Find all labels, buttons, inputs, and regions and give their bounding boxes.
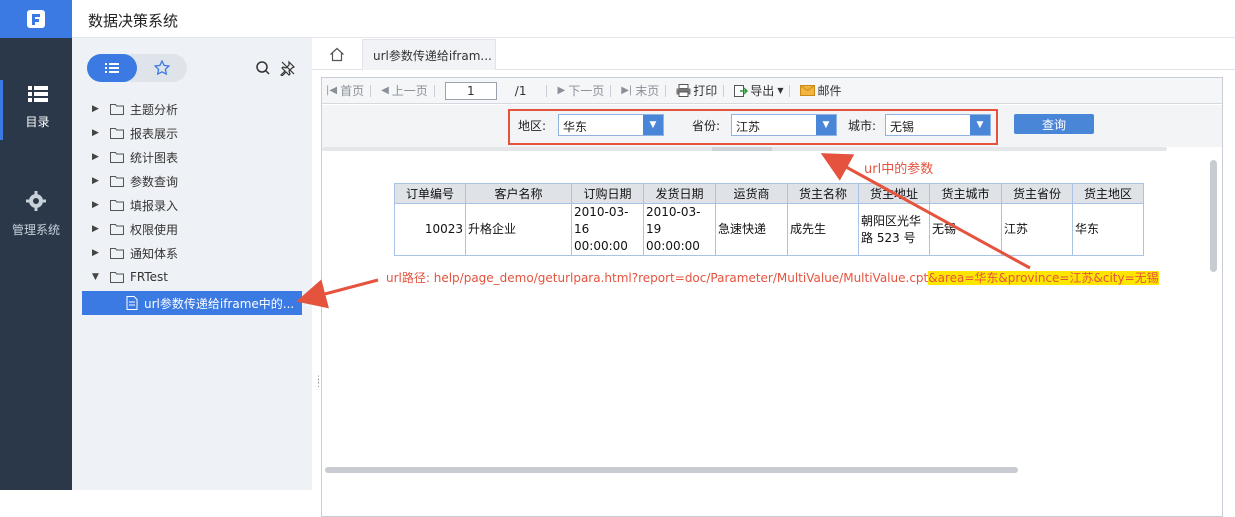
arrow-to-leaf — [296, 278, 379, 309]
arrow-to-params — [820, 153, 1031, 270]
annotation-arrows — [296, 153, 1031, 309]
